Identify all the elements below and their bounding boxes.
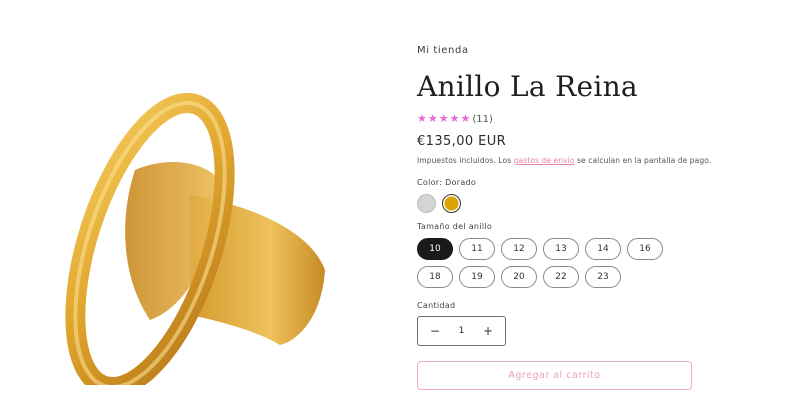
size-label: Tamaño del anillo: [417, 222, 493, 231]
star-icon: ★: [427, 112, 438, 125]
star-icon: ★: [449, 112, 460, 125]
size-option[interactable]: 11: [459, 238, 495, 260]
product-rating[interactable]: ★ ★ ★ ★ ★ (11): [417, 113, 493, 125]
size-option[interactable]: 10: [417, 238, 453, 260]
size-option[interactable]: 23: [585, 266, 621, 288]
size-option[interactable]: 16: [627, 238, 663, 260]
color-swatches: [417, 194, 461, 213]
color-swatch-dorado[interactable]: [442, 194, 461, 213]
size-option[interactable]: 18: [417, 266, 453, 288]
size-option[interactable]: 14: [585, 238, 621, 260]
tax-note-text-end: se calculan en la pantalla de pago.: [574, 156, 712, 165]
product-image[interactable]: [40, 55, 350, 385]
shipping-link[interactable]: gastos de envío: [514, 156, 575, 165]
star-icon: ★: [460, 112, 471, 125]
add-to-cart-button[interactable]: Agregar al carrito: [417, 361, 692, 390]
product-title: Anillo La Reina: [417, 70, 638, 103]
plus-icon[interactable]: +: [481, 324, 495, 338]
quantity-label: Cantidad: [417, 301, 456, 310]
size-option[interactable]: 12: [501, 238, 537, 260]
size-options: 10 11 12 13 14 16 18 19 20 22 23: [417, 238, 692, 288]
color-label: Color: Dorado: [417, 178, 477, 187]
star-icon: ★: [417, 112, 427, 125]
rating-stars: ★ ★ ★ ★ ★: [417, 113, 470, 125]
color-swatch-plateado[interactable]: [417, 194, 436, 213]
tax-note-text: Impuestos incluidos. Los: [417, 156, 514, 165]
star-icon: ★: [438, 112, 449, 125]
quantity-stepper: − 1 +: [417, 316, 506, 346]
store-name: Mi tienda: [417, 45, 469, 56]
tax-note: Impuestos incluidos. Los gastos de envío…: [417, 156, 711, 165]
size-option[interactable]: 13: [543, 238, 579, 260]
product-price: €135,00 EUR: [417, 134, 507, 149]
size-option[interactable]: 22: [543, 266, 579, 288]
size-option[interactable]: 19: [459, 266, 495, 288]
rating-count[interactable]: (11): [472, 114, 493, 125]
quantity-input[interactable]: 1: [459, 326, 465, 336]
gold-ring-image: [65, 92, 325, 385]
size-option[interactable]: 20: [501, 266, 537, 288]
minus-icon[interactable]: −: [428, 324, 442, 338]
